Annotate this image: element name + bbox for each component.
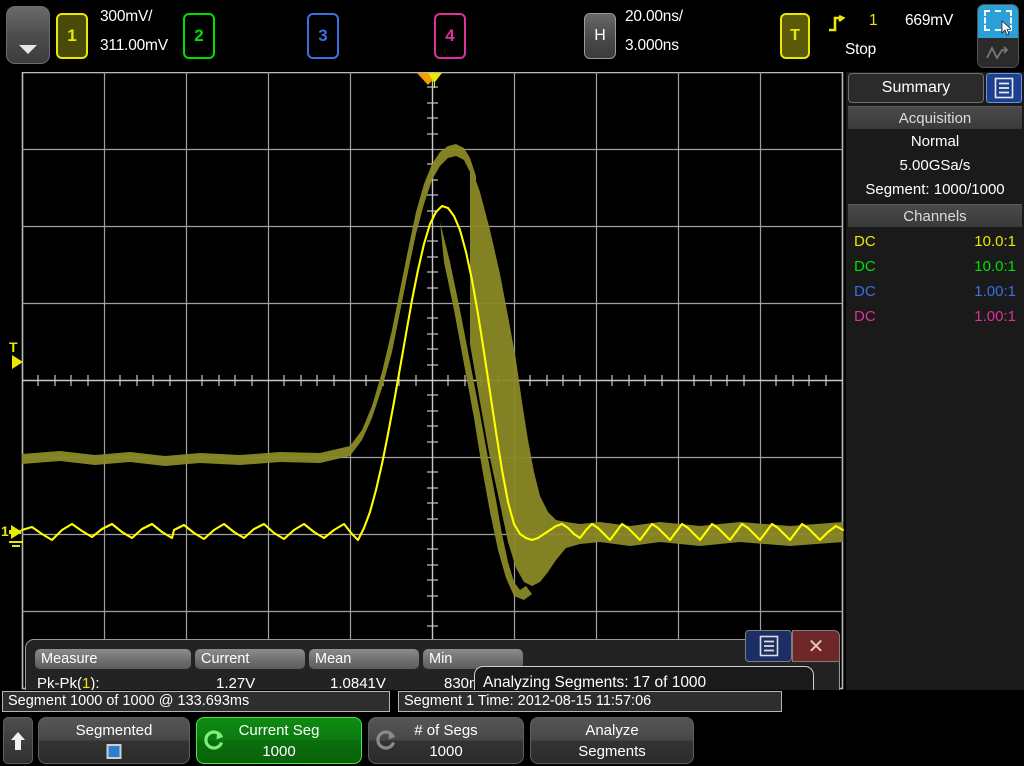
- softkey-bar: Segmented Current Seg 1000 # of Segs 100…: [0, 715, 1024, 766]
- segment-status-right: Segment 1 Time: 2012-08-15 11:57:06: [398, 691, 782, 712]
- acquisition-sample-rate: 5.00GSa/s: [899, 157, 971, 174]
- softkey-current-seg-value: 1000: [262, 743, 296, 760]
- sidebar-channel-3: DC 1.00:1: [848, 279, 1022, 304]
- waveform-display[interactable]: T 1 Measure Current Mean Min Pk-Pk(1): 1…: [0, 72, 845, 690]
- channel-1-coupling: DC: [854, 233, 876, 250]
- trigger-level-marker[interactable]: T: [9, 339, 23, 369]
- channel-4-coupling: DC: [854, 308, 876, 325]
- status-bar: Segment 1000 of 1000 @ 133.693ms Segment…: [0, 691, 1024, 713]
- channel-4-probe: 1.00:1: [974, 308, 1016, 325]
- trigger-label: T: [790, 27, 800, 44]
- channel-3-button[interactable]: 3: [307, 13, 339, 59]
- channel-4-button[interactable]: 4: [434, 13, 466, 59]
- measure-name: Pk-Pk(: [37, 675, 82, 690]
- horizontal-scale: 20.00ns/: [625, 8, 683, 25]
- list-menu-icon: [759, 635, 778, 657]
- summary-sidebar: Summary Acquisition Normal 5.00GSa/s Seg…: [846, 72, 1024, 690]
- tab-summary[interactable]: Summary: [848, 73, 984, 103]
- channel-1-scale: 300mV/: [100, 8, 153, 25]
- analyzing-segments-dialog: Analyzing Segments: 17 of 1000 Press Sto…: [474, 666, 814, 690]
- channel-2-probe: 10.0:1: [974, 258, 1016, 275]
- softkey-segmented-label: Segmented: [75, 722, 153, 739]
- section-channels: Channels: [848, 204, 1022, 227]
- channel-3-coupling: DC: [854, 283, 876, 300]
- channel-1-probe: 10.0:1: [974, 233, 1016, 250]
- measurement-close-button[interactable]: ✕: [792, 630, 840, 662]
- horizontal-button[interactable]: H: [584, 13, 616, 59]
- oscilloscope-screen: 1 300mV/ 311.00mV 2 3 4 H 20.00ns/ 3.000…: [0, 0, 1024, 766]
- horizontal-label: H: [594, 27, 606, 44]
- trigger-source: 1: [869, 12, 878, 29]
- channel-1-label: 1: [67, 26, 77, 45]
- pkpk-mean: 1.0841V: [330, 675, 386, 690]
- sidebar-channel-4: DC 1.00:1: [848, 304, 1022, 329]
- softkey-analyze-line2: Segments: [578, 743, 646, 760]
- channel-1-offset: 311.00mV: [100, 37, 168, 54]
- segmented-checkbox[interactable]: [106, 744, 122, 759]
- tab-summary-label: Summary: [881, 79, 951, 96]
- softkey-num-segs-value: 1000: [429, 743, 463, 760]
- section-acquisition: Acquisition: [848, 106, 1022, 129]
- channel-1-ground-label: 1: [1, 523, 9, 539]
- close-icon: ✕: [807, 635, 825, 658]
- trigger-button[interactable]: T: [780, 13, 810, 59]
- softkey-analyze-line1: Analyze: [585, 722, 639, 739]
- sidebar-menu-button[interactable]: [986, 73, 1022, 103]
- current-column-header: Current: [195, 649, 305, 669]
- horizontal-delay: 3.000ns: [625, 37, 679, 54]
- back-up-button[interactable]: [3, 717, 33, 764]
- analyzing-progress-text: Analyzing Segments: 17 of 1000: [483, 674, 707, 690]
- softkey-num-segs[interactable]: # of Segs 1000: [368, 717, 524, 764]
- channel-1-button[interactable]: 1: [56, 13, 88, 59]
- segmented-memory-icon-button[interactable]: [977, 4, 1019, 68]
- softkey-current-seg-label: Current Seg: [238, 722, 320, 739]
- sidebar-channel-2: DC 10.0:1: [848, 254, 1022, 279]
- mean-column-header: Mean: [309, 649, 419, 669]
- measure-suffix: ):: [90, 675, 100, 690]
- waveform-nav-icon: [978, 38, 1018, 67]
- arrow-up-icon: [11, 731, 25, 750]
- channel-2-button[interactable]: 2: [183, 13, 215, 59]
- list-menu-icon: [994, 77, 1014, 99]
- table-row: Pk-Pk(1):: [37, 675, 100, 690]
- measurement-list-button[interactable]: [745, 630, 792, 662]
- channel-1-ground-marker[interactable]: 1: [1, 523, 23, 547]
- segment-status-left: Segment 1000 of 1000 @ 133.693ms: [2, 691, 390, 712]
- segmented-select-icon: [978, 5, 1018, 38]
- softkey-num-segs-label: # of Segs: [414, 722, 478, 739]
- softkey-segmented[interactable]: Segmented: [38, 717, 190, 764]
- chevron-down-icon: [19, 45, 37, 54]
- cursor-icon: [1001, 20, 1012, 36]
- trigger-position-marker[interactable]: [411, 72, 457, 92]
- acquisition-segment-count: Segment: 1000/1000: [865, 181, 1005, 198]
- channel-3-probe: 1.00:1: [974, 283, 1016, 300]
- section-channels-label: Channels: [903, 207, 967, 225]
- softkey-analyze-segments[interactable]: Analyze Segments: [530, 717, 694, 764]
- channel-2-label: 2: [194, 26, 204, 45]
- graticule: [0, 72, 845, 690]
- pkpk-current: 1.27V: [216, 675, 256, 690]
- rising-edge-icon: [829, 14, 846, 32]
- channel-2-coupling: DC: [854, 258, 876, 275]
- menu-down-button[interactable]: [6, 6, 50, 64]
- channel-3-label: 3: [318, 26, 328, 45]
- trigger-level: 669mV: [905, 12, 954, 29]
- sidebar-channel-1: DC 10.0:1: [848, 229, 1022, 254]
- acquisition-mode: Normal: [910, 133, 960, 150]
- trigger-status: Stop: [845, 41, 877, 58]
- measure-column-header: Measure: [35, 649, 191, 669]
- softkey-current-seg[interactable]: Current Seg 1000: [196, 717, 362, 764]
- section-acquisition-label: Acquisition: [898, 109, 972, 127]
- trigger-level-marker-label: T: [9, 339, 18, 355]
- channel-4-label: 4: [445, 26, 455, 45]
- top-toolbar: 1 300mV/ 311.00mV 2 3 4 H 20.00ns/ 3.000…: [0, 0, 1024, 72]
